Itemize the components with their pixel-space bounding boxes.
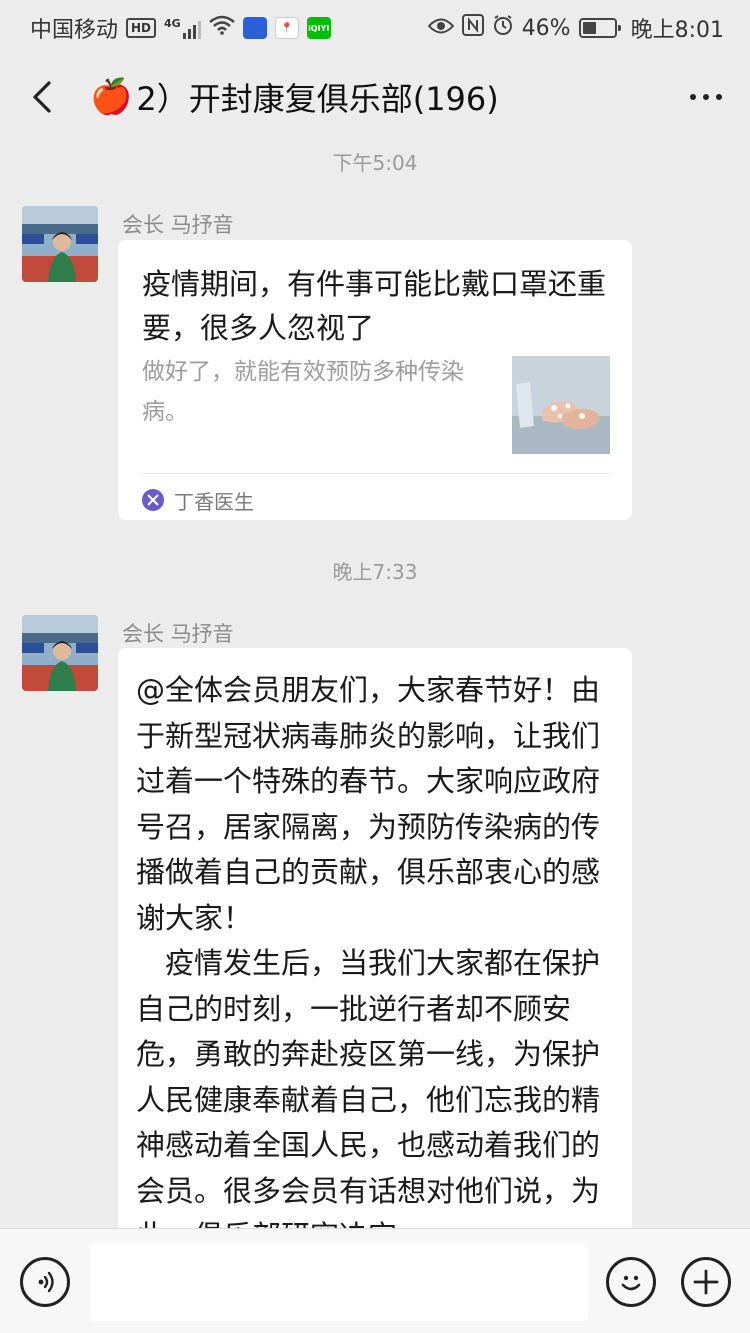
input-bar	[0, 1228, 750, 1333]
plus-button[interactable]	[681, 1257, 731, 1307]
card-description: 做好了，就能有效预防多种传染病。	[142, 359, 464, 425]
network-type: 4G	[164, 17, 181, 30]
message-input[interactable]	[90, 1243, 588, 1321]
card-title: 疫情期间，有件事可能比戴口罩还重要，很多人忽视了	[142, 267, 607, 345]
card-divider	[142, 473, 610, 474]
timestamp: 晚上7:33	[332, 560, 418, 584]
plus-icon	[693, 1269, 719, 1295]
voice-button[interactable]	[20, 1257, 70, 1307]
more-button[interactable]	[684, 77, 728, 117]
timestamp: 下午5:04	[332, 151, 418, 175]
more-dot	[690, 94, 696, 100]
wifi-icon	[208, 15, 235, 41]
signal-icon: 4G	[164, 17, 201, 39]
card-thumbnail	[512, 356, 610, 454]
status-left: 中国移动 HD 4G 🐾 📍 iQIYI	[30, 12, 331, 44]
eye-icon	[427, 16, 455, 41]
sender-name: 会长 马抒音	[122, 213, 234, 237]
iqiyi-app-icon: iQIYI	[306, 17, 331, 39]
back-button[interactable]	[22, 77, 62, 117]
status-right: 46% 晚上8:01	[427, 12, 724, 44]
battery-level	[582, 22, 597, 34]
alarm-icon	[492, 14, 514, 42]
location-app-icon: 📍	[274, 17, 299, 39]
voice-icon	[38, 1271, 54, 1293]
status-bar: 中国移动 HD 4G 🐾 📍 iQIYI 46% 晚上8:01	[0, 0, 750, 56]
card-source-name: 丁香医生	[174, 489, 254, 514]
hd-badge: HD	[126, 18, 157, 38]
emoji-button[interactable]	[606, 1257, 656, 1307]
battery-percent: 46%	[521, 15, 571, 41]
carrier-label: 中国移动	[30, 18, 119, 43]
message-bubble[interactable]: @全体会员朋友们，大家春节好！由于新型冠状病毒肺炎的影响，让我们过着一个特殊的春…	[118, 648, 632, 1268]
message-paragraph: 疫情发生后，当我们大家都在保护自己的时刻，一批逆行者却不顾安危，勇敢的奔赴疫区第…	[136, 946, 601, 1253]
chat-title: 2）开封康复俱乐部(196)	[136, 80, 499, 118]
apple-emoji-icon: 🍎	[90, 77, 133, 117]
avatar[interactable]	[22, 615, 98, 691]
avatar[interactable]	[22, 206, 98, 282]
dxy-logo-icon	[142, 489, 164, 511]
nfc-icon	[461, 14, 484, 42]
more-dot	[703, 94, 709, 100]
clock-time: 晚上8:01	[630, 18, 724, 43]
message-text: @全体会员朋友们，大家春节好！由于新型冠状病毒肺炎的影响，让我们过着一个特殊的春…	[136, 668, 620, 1260]
more-dot	[716, 94, 722, 100]
card-source: 丁香医生	[142, 484, 254, 516]
emoji-icon	[621, 1275, 641, 1291]
sender-name: 会长 马抒音	[122, 622, 234, 646]
link-card[interactable]: 疫情期间，有件事可能比戴口罩还重要，很多人忽视了 做好了，就能有效预防多种传染病…	[118, 240, 632, 520]
chevron-left-icon	[33, 81, 51, 113]
chat-header: 🍎 2）开封康复俱乐部(196)	[0, 56, 750, 138]
message-paragraph: @全体会员朋友们，大家春节好！由于新型冠状病毒肺炎的影响，让我们过着一个特殊的春…	[136, 673, 601, 935]
baidu-app-icon: 🐾	[242, 17, 267, 39]
battery-icon	[578, 18, 621, 38]
